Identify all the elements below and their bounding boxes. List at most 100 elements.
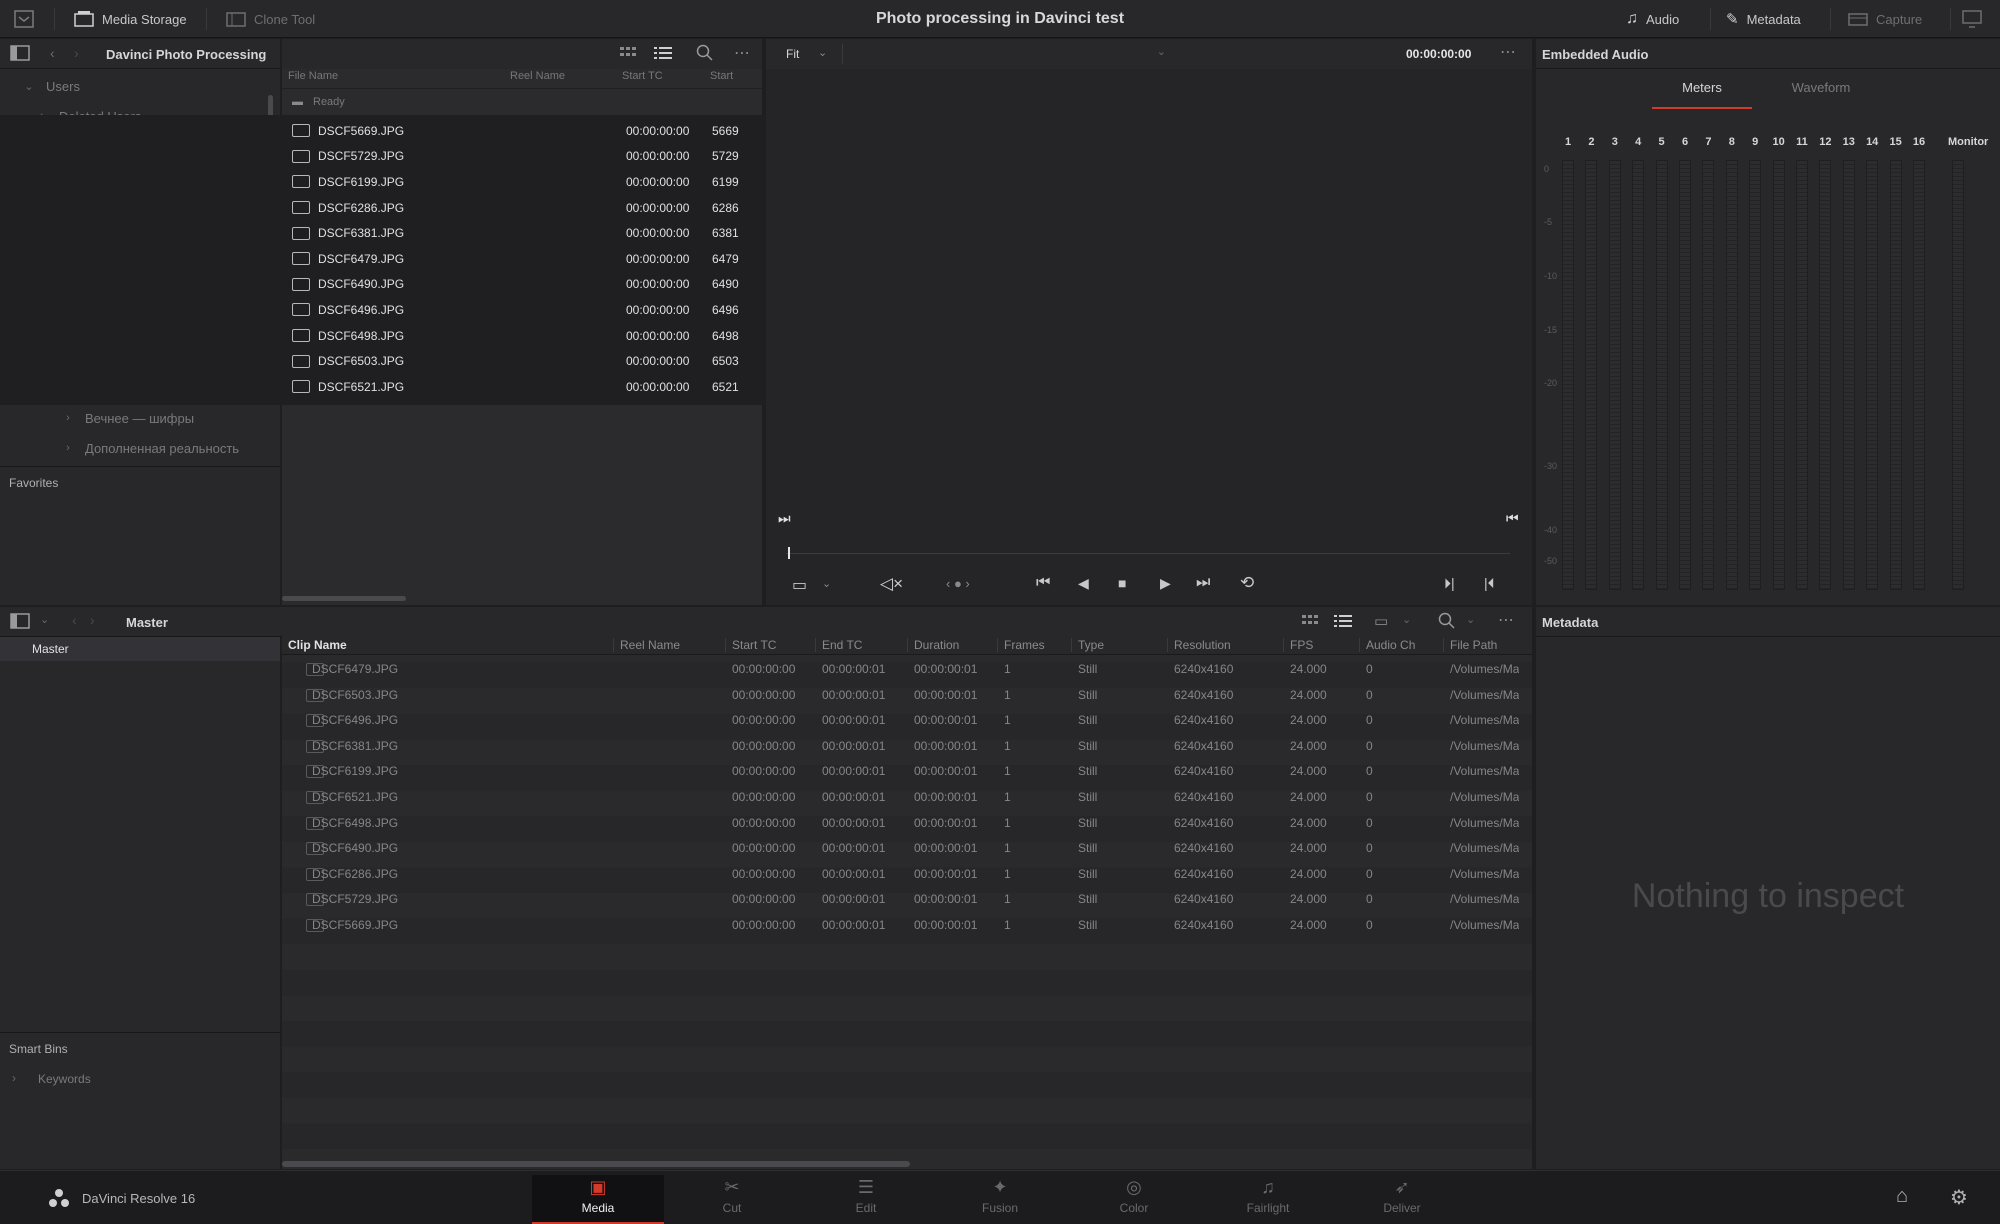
go-to-in-icon[interactable]: ⏵|	[1444, 575, 1455, 592]
clip-col-header[interactable]: Type	[1071, 638, 1104, 652]
clip-row[interactable]: DSCF6490.JPG 00:00:00:00 00:00:00:01 00:00:…	[282, 835, 1532, 861]
tab-waveform[interactable]: Waveform	[1766, 69, 1876, 109]
bin-item-master[interactable]: Master	[0, 637, 280, 661]
clip-list-scrollbar[interactable]	[282, 1161, 910, 1167]
forward-arrow-icon[interactable]: ›	[90, 612, 95, 628]
smart-bin-keywords[interactable]: › Keywords	[0, 1067, 280, 1093]
file-row[interactable]: DSCF6286.JPG 00:00:00:00 6286	[282, 195, 762, 221]
file-row[interactable]: DSCF6381.JPG 00:00:00:00 6381	[282, 220, 762, 246]
col-start[interactable]: Start	[710, 70, 733, 86]
chevron-right-icon[interactable]: ›	[61, 442, 75, 454]
search-icon[interactable]	[1438, 612, 1456, 633]
file-row[interactable]: DSCF6496.JPG 00:00:00:00 6496	[282, 297, 762, 323]
file-row[interactable]: DSCF5729.JPG 00:00:00:00 5729	[282, 144, 762, 170]
clip-row[interactable]: DSCF6496.JPG 00:00:00:00 00:00:00:01 00:00:…	[282, 707, 1532, 733]
home-icon[interactable]: ⌂	[1896, 1185, 1908, 1208]
play-icon[interactable]: ▶	[1160, 575, 1171, 592]
tree-item[interactable]: ⌄ Users	[0, 71, 278, 101]
play-reverse-icon[interactable]: ◀	[1078, 575, 1089, 592]
mute-icon[interactable]: ◁×	[880, 574, 903, 594]
thumbnail-view-icon[interactable]	[1302, 613, 1320, 632]
zoom-select[interactable]: Fit	[786, 47, 799, 61]
search-icon[interactable]	[696, 44, 714, 65]
sidebar-toggle-icon[interactable]	[10, 45, 30, 64]
folder-row[interactable]: ▬ Ready	[282, 91, 762, 113]
thumbnail-view-icon[interactable]	[620, 45, 638, 64]
viewer-mode-icon[interactable]: ▭	[792, 575, 807, 595]
metadata-button[interactable]: ✎ Metadata	[1726, 9, 1801, 29]
fullscreen-button[interactable]	[1962, 9, 1982, 29]
back-arrow-icon[interactable]: ‹	[72, 612, 77, 628]
workspace-toggle-button[interactable]	[14, 9, 34, 29]
page-tab-fusion[interactable]: ✦ Fusion	[934, 1175, 1066, 1224]
list-view-icon[interactable]	[654, 45, 672, 64]
clip-view-mode-icon[interactable]: ▭	[1374, 612, 1388, 630]
more-options-icon[interactable]: ⋯	[1500, 42, 1516, 62]
page-tab-color[interactable]: ◎ Color	[1068, 1175, 1200, 1224]
page-tab-deliver[interactable]: ➶ Deliver	[1336, 1175, 1468, 1224]
forward-arrow-icon[interactable]: ›	[74, 45, 79, 61]
file-row[interactable]: DSCF6521.JPG 00:00:00:00 6521	[282, 374, 762, 400]
tree-item[interactable]: › Дополненная реальность	[0, 433, 278, 463]
clip-name-dropdown[interactable]: ⌄	[842, 44, 1170, 64]
settings-gear-icon[interactable]: ⚙	[1950, 1185, 1968, 1210]
file-list-scrollbar[interactable]	[282, 596, 406, 601]
playhead[interactable]	[788, 547, 790, 559]
chevron-down-icon[interactable]: ⌄	[822, 577, 831, 590]
bin-list-toggle-icon[interactable]	[10, 613, 30, 632]
clip-row[interactable]: DSCF6381.JPG 00:00:00:00 00:00:00:01 00:00:…	[282, 733, 1532, 759]
clip-row[interactable]: DSCF6199.JPG 00:00:00:00 00:00:00:01 00:00:…	[282, 758, 1532, 784]
chevron-right-icon[interactable]: ›	[61, 412, 75, 424]
back-arrow-icon[interactable]: ‹	[50, 45, 55, 61]
clip-row[interactable]: DSCF6479.JPG 00:00:00:00 00:00:00:01 00:00:…	[282, 656, 1532, 682]
audio-button[interactable]: ♫ Audio	[1626, 9, 1679, 29]
clip-row[interactable]: DSCF5669.JPG 00:00:00:00 00:00:00:01 00:00:…	[282, 912, 1532, 938]
clip-row[interactable]: DSCF6503.JPG 00:00:00:00 00:00:00:01 00:00:…	[282, 682, 1532, 708]
col-file-name[interactable]: File Name	[288, 70, 338, 86]
chevron-down-icon[interactable]: ⌄	[1466, 613, 1475, 626]
clip-col-header[interactable]: Duration	[907, 638, 959, 652]
skip-to-start-icon[interactable]: ⏮	[1036, 574, 1050, 592]
more-options-icon[interactable]: ⋯	[1498, 610, 1514, 630]
clip-row[interactable]: DSCF5729.JPG 00:00:00:00 00:00:00:01 00:00:…	[282, 886, 1532, 912]
clip-col-header[interactable]: Reel Name	[613, 638, 680, 652]
file-row[interactable]: DSCF6490.JPG 00:00:00:00 6490	[282, 272, 762, 298]
col-start-tc[interactable]: Start TC	[622, 70, 663, 86]
col-reel-name[interactable]: Reel Name	[510, 70, 565, 86]
clip-col-header[interactable]: FPS	[1283, 638, 1313, 652]
media-storage-button[interactable]: Media Storage	[74, 9, 187, 29]
loop-icon[interactable]: ⟲	[1240, 573, 1254, 593]
chevron-down-icon[interactable]: ⌄	[818, 46, 827, 59]
file-row[interactable]: DSCF6503.JPG 00:00:00:00 6503	[282, 348, 762, 374]
list-view-icon[interactable]	[1334, 613, 1352, 632]
more-options-icon[interactable]: ⋯	[734, 43, 751, 63]
file-row[interactable]: DSCF6498.JPG 00:00:00:00 6498	[282, 323, 762, 349]
clip-col-header[interactable]: Audio Ch	[1359, 638, 1415, 652]
stop-icon[interactable]: ■	[1118, 575, 1126, 591]
file-row[interactable]: DSCF6479.JPG 00:00:00:00 6479	[282, 246, 762, 272]
page-tab-media[interactable]: ▣ Media	[532, 1175, 664, 1224]
skip-to-end-icon[interactable]: ⏭	[1196, 574, 1210, 592]
capture-button[interactable]: Capture	[1848, 9, 1922, 29]
clip-col-header[interactable]: Resolution	[1167, 638, 1231, 652]
file-row[interactable]: DSCF6199.JPG 00:00:00:00 6199	[282, 169, 762, 195]
clip-col-header[interactable]: File Path	[1443, 638, 1497, 652]
clip-row[interactable]: DSCF6286.JPG 00:00:00:00 00:00:00:01 00:00:…	[282, 861, 1532, 887]
page-tab-edit[interactable]: ☰ Edit	[800, 1175, 932, 1224]
clip-row[interactable]: DSCF6521.JPG 00:00:00:00 00:00:00:01 00:00:…	[282, 784, 1532, 810]
chevron-down-icon[interactable]: ⌄	[40, 613, 49, 626]
file-row[interactable]: DSCF5669.JPG 00:00:00:00 5669	[282, 118, 762, 144]
clone-tool-button[interactable]: Clone Tool	[226, 9, 315, 29]
clip-col-header[interactable]: End TC	[815, 638, 862, 652]
clip-col-header[interactable]: Start TC	[725, 638, 776, 652]
jog-control[interactable]: ‹ ● ›	[946, 576, 970, 591]
chevron-down-icon[interactable]: ⌄	[22, 80, 36, 93]
tree-item[interactable]: › Вечнее — шифры	[0, 403, 278, 433]
clip-col-header[interactable]: Frames	[997, 638, 1045, 652]
tab-meters[interactable]: Meters	[1652, 69, 1752, 109]
chevron-down-icon[interactable]: ⌄	[1402, 613, 1411, 626]
mark-out-icon[interactable]: ⏮	[1506, 510, 1519, 527]
page-tab-cut[interactable]: ✂ Cut	[666, 1175, 798, 1224]
page-tab-fairlight[interactable]: ♫ Fairlight	[1202, 1175, 1334, 1224]
mark-in-icon[interactable]: ⏭	[778, 510, 791, 527]
